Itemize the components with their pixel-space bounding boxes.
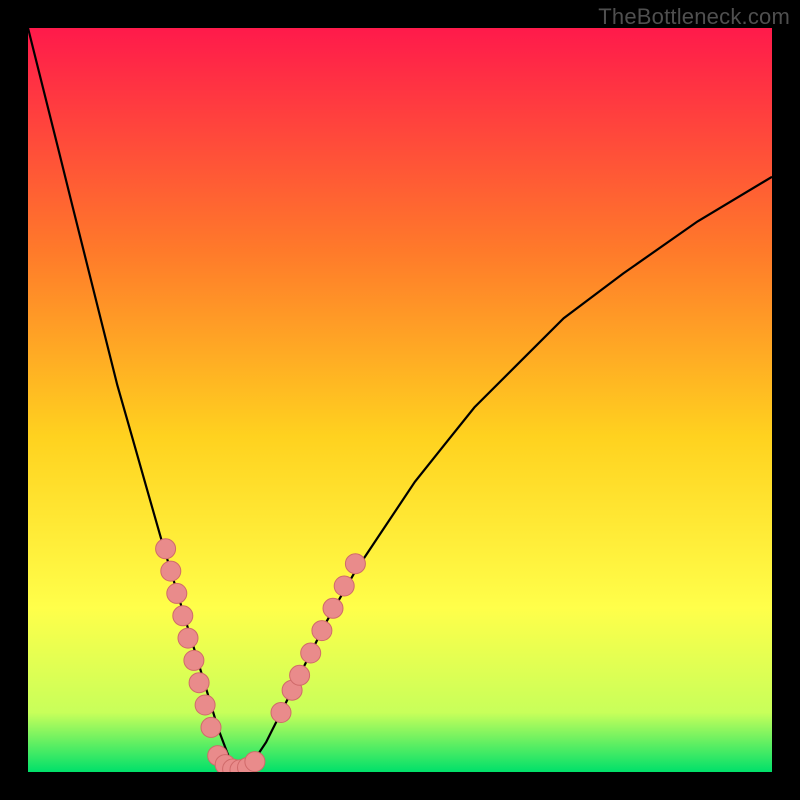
- bottom-cluster-dot: [245, 752, 265, 772]
- right-cluster-dot: [312, 621, 332, 641]
- left-cluster-dot: [156, 539, 176, 559]
- left-cluster-dot: [178, 628, 198, 648]
- right-cluster-dot: [271, 703, 291, 723]
- bottleneck-chart: [28, 28, 772, 772]
- left-cluster-dot: [195, 695, 215, 715]
- chart-frame: [28, 28, 772, 772]
- left-cluster-dot: [173, 606, 193, 626]
- gradient-background: [28, 28, 772, 772]
- left-cluster-dot: [184, 650, 204, 670]
- left-cluster-dot: [167, 583, 187, 603]
- right-cluster-dot: [301, 643, 321, 663]
- right-cluster-dot: [334, 576, 354, 596]
- right-cluster-dot: [345, 554, 365, 574]
- left-cluster-dot: [161, 561, 181, 581]
- right-cluster-dot: [290, 665, 310, 685]
- left-cluster-dot: [189, 673, 209, 693]
- left-cluster-dot: [201, 717, 221, 737]
- watermark-text: TheBottleneck.com: [598, 4, 790, 30]
- right-cluster-dot: [323, 598, 343, 618]
